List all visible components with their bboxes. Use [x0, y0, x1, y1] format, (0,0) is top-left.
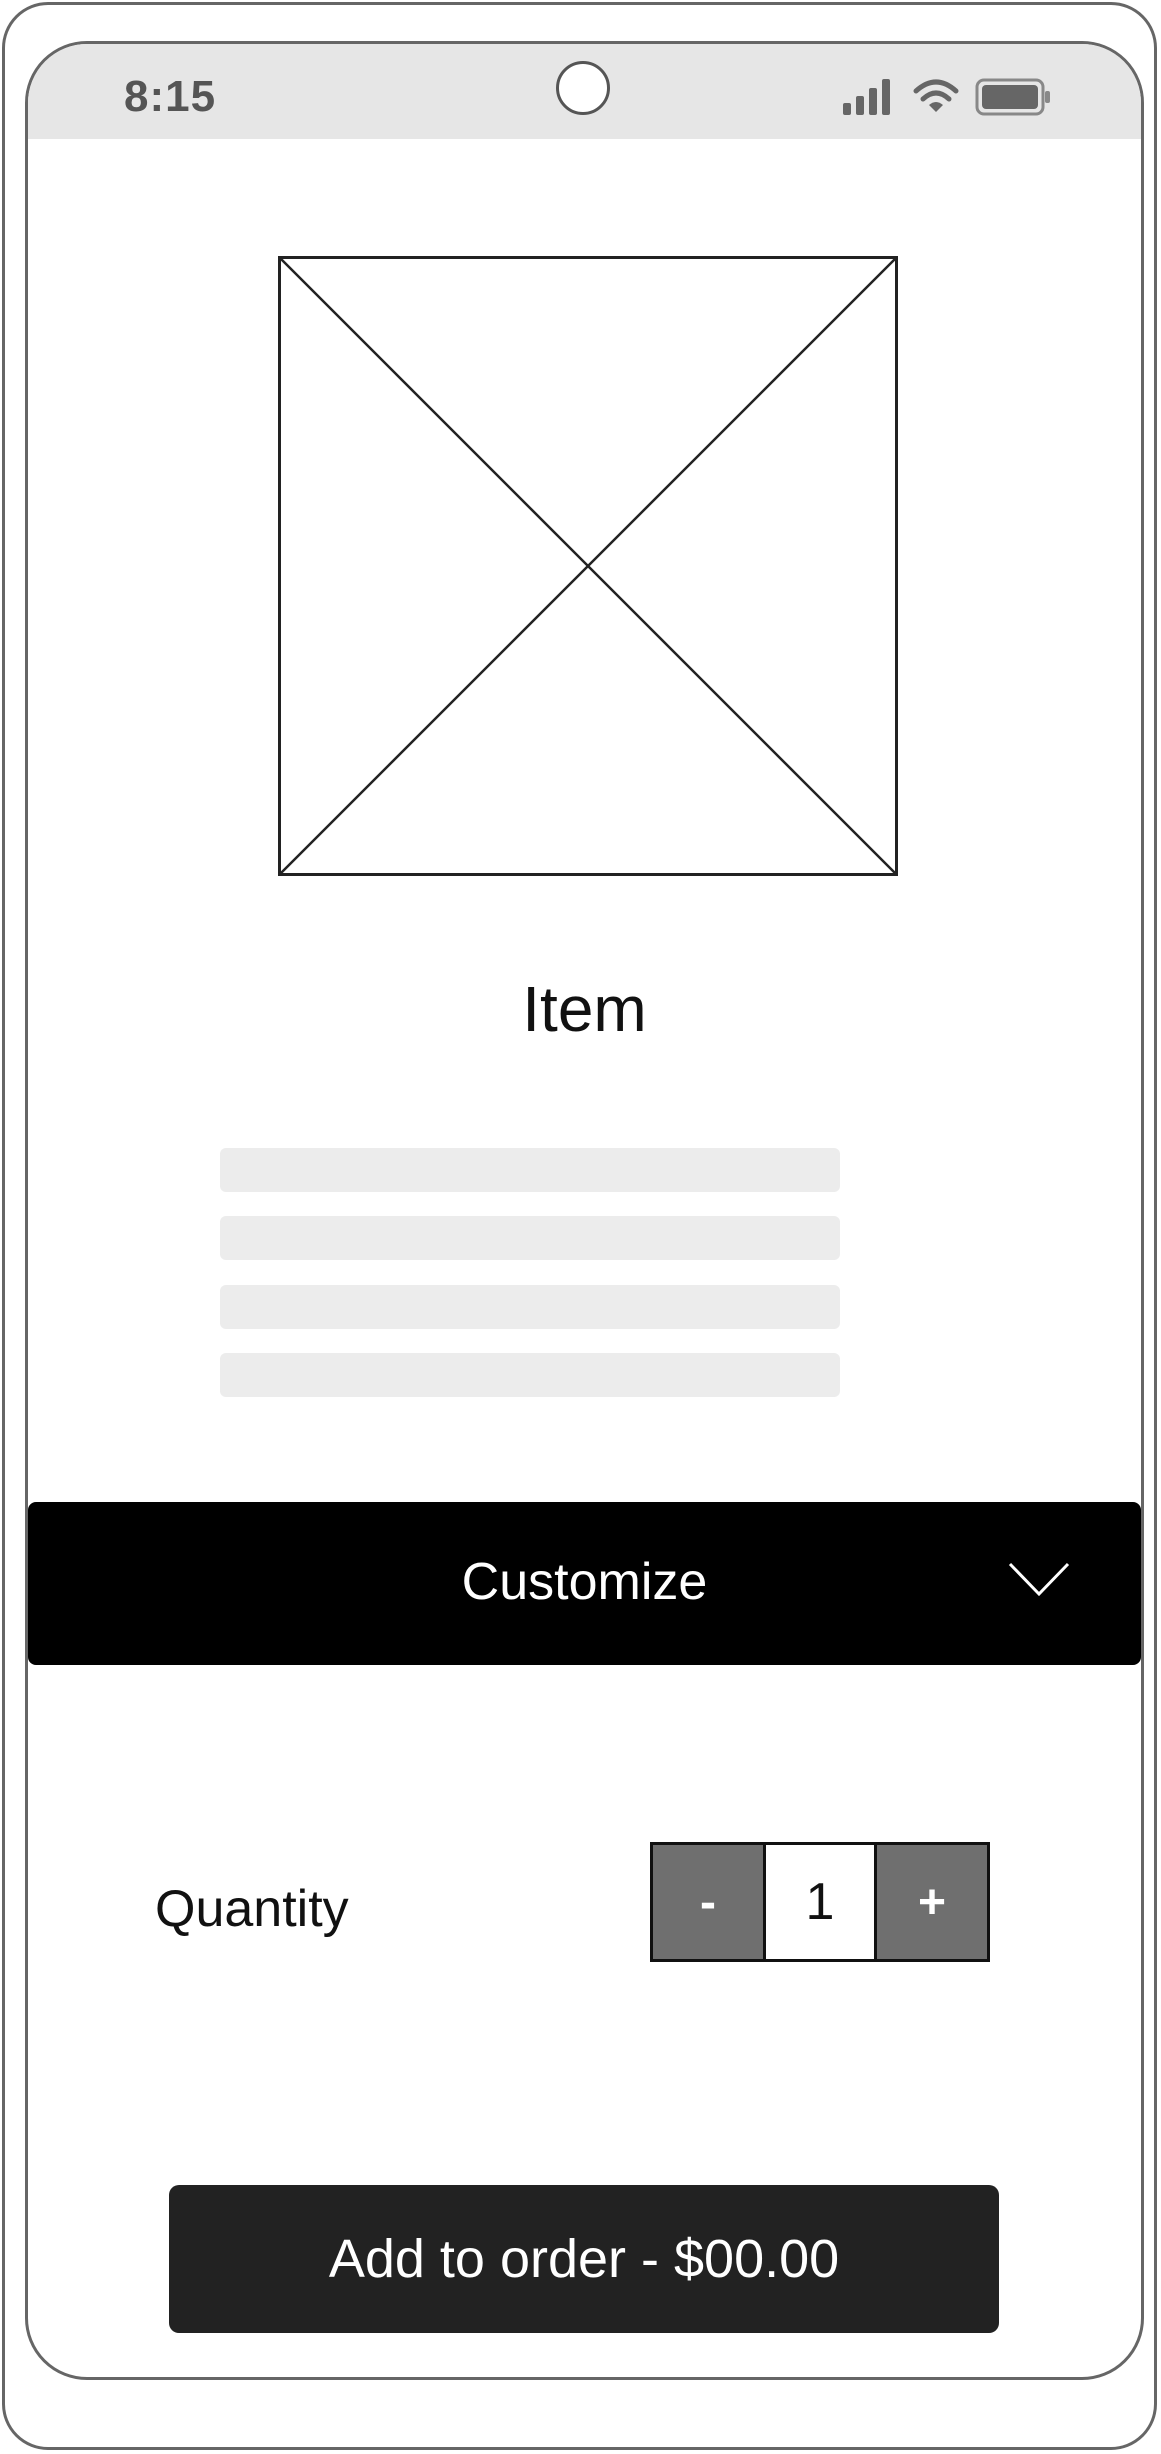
status-time: 8:15	[124, 72, 217, 121]
item-title: Item	[522, 973, 647, 1045]
quantity-label: Quantity	[155, 1880, 349, 1938]
device-frame: 8:15 Item Customize Quantity - 1 + Add t…	[2, 2, 1157, 2450]
customize-dropdown[interactable]: Customize	[28, 1502, 1141, 1665]
description-placeholder-line	[220, 1285, 840, 1329]
decrement-button[interactable]: -	[653, 1845, 763, 1959]
app-screen: 8:15 Item Customize Quantity - 1 + Add t…	[25, 41, 1144, 2380]
description-placeholder-line	[220, 1148, 840, 1192]
quantity-stepper: - 1 +	[650, 1842, 990, 1962]
signal-icon	[843, 79, 890, 115]
image-placeholder-icon	[278, 256, 898, 876]
wifi-icon	[913, 79, 959, 112]
quantity-value[interactable]: 1	[763, 1845, 877, 1959]
status-icons	[843, 78, 1051, 116]
chevron-down-icon	[1008, 1562, 1070, 1597]
increment-button[interactable]: +	[877, 1845, 987, 1959]
description-placeholder-line	[220, 1353, 840, 1397]
add-to-order-button[interactable]: Add to order - $00.00	[169, 2185, 999, 2333]
battery-icon	[975, 78, 1050, 116]
customize-label: Customize	[461, 1553, 708, 1611]
description-placeholder-line	[220, 1216, 840, 1260]
status-bar: 8:15	[28, 44, 1141, 139]
camera-cutout	[556, 61, 610, 115]
